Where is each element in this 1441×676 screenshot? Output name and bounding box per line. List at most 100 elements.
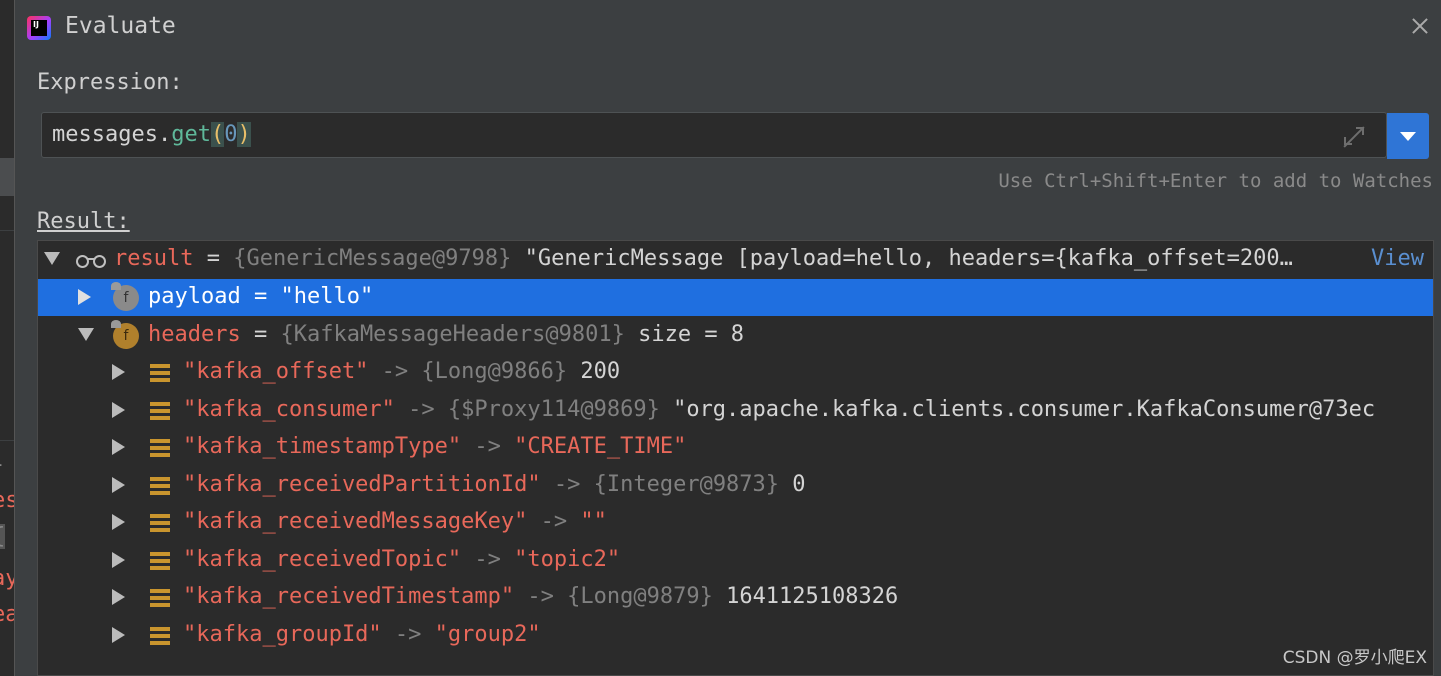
- history-dropdown-button[interactable]: [1387, 113, 1429, 159]
- backdrop-text: -: [0, 452, 5, 477]
- collapse-arrow-icon[interactable]: [78, 328, 94, 341]
- intellij-idea-icon: IJ: [27, 16, 51, 40]
- entry-text: "kafka_timestampType" -> "CREATE_TIME": [183, 434, 686, 459]
- watch-glasses-icon: [76, 255, 108, 269]
- entry-value: 1641125108326: [712, 584, 899, 609]
- backdrop-divider: [0, 230, 14, 231]
- entry-value: "": [580, 509, 607, 534]
- headers-eq: =: [240, 322, 281, 347]
- close-icon[interactable]: [1408, 14, 1432, 38]
- tree-row-headers[interactable]: f headers = {KafkaMessageHeaders@9801} s…: [38, 317, 1433, 354]
- result-eq: =: [193, 246, 234, 271]
- entry-key: "kafka_receivedTopic": [183, 546, 462, 572]
- backdrop-text: es: [0, 488, 14, 513]
- payload-name: payload: [148, 284, 241, 309]
- headers-text: headers = {KafkaMessageHeaders@9801} siz…: [148, 322, 744, 347]
- field-icon: f: [111, 320, 139, 349]
- tree-row-entry[interactable]: "kafka_consumer" -> {$Proxy114@9869} "or…: [38, 392, 1433, 429]
- expand-arrow-icon[interactable]: [78, 289, 91, 305]
- entry-text: "kafka_receivedTopic" -> "topic2": [183, 547, 620, 572]
- entry-type: {Integer@9873}: [593, 471, 780, 497]
- entry-value: 0: [779, 471, 806, 497]
- result-tree[interactable]: result = {GenericMessage@9798} "GenericM…: [37, 240, 1434, 676]
- result-name: result: [114, 246, 194, 271]
- expression-text[interactable]: messages.get(0): [52, 122, 251, 147]
- entry-value: "org.apache.kafka.clients.consumer.Kafka…: [659, 396, 1376, 422]
- entry-arrow: ->: [461, 434, 515, 459]
- expression-method: get: [171, 122, 211, 147]
- backdrop-selection: [0, 158, 14, 196]
- entry-key: "kafka_offset": [183, 359, 369, 384]
- entry-type: {Long@9866}: [421, 359, 568, 384]
- view-link[interactable]: View: [1371, 246, 1424, 271]
- collapse-arrow-icon[interactable]: [44, 252, 60, 265]
- entry-value: "topic2": [514, 546, 621, 572]
- expression-dot: .: [157, 122, 172, 147]
- expand-arrow-icon[interactable]: [112, 589, 125, 605]
- result-text: result = {GenericMessage@9798} "GenericM…: [114, 246, 1293, 271]
- tree-row-result[interactable]: result = {GenericMessage@9798} "GenericM…: [38, 241, 1433, 278]
- entry-key: "kafka_groupId": [183, 621, 382, 647]
- expand-arrow-icon[interactable]: [112, 626, 125, 643]
- headers-type: {KafkaMessageHeaders@9801}: [280, 322, 625, 347]
- map-entry-icon: [150, 589, 170, 607]
- entry-arrow: ->: [381, 621, 435, 647]
- expand-arrow-icon[interactable]: [112, 551, 125, 568]
- headers-name: headers: [148, 322, 241, 347]
- entry-value: "CREATE_TIME": [514, 434, 687, 459]
- expression-label: Expression:: [37, 70, 183, 95]
- entry-key: "kafka_receivedPartitionId": [183, 471, 541, 497]
- dialog-titlebar[interactable]: IJ Evaluate: [15, 0, 1441, 56]
- entry-key: "kafka_timestampType": [183, 434, 462, 459]
- payload-text: payload = "hello": [148, 284, 373, 309]
- backdrop-divider: [0, 440, 14, 441]
- expand-arrow-icon[interactable]: [112, 439, 125, 455]
- tree-row-entry[interactable]: "kafka_receivedTimestamp" -> {Long@9879}…: [38, 579, 1433, 616]
- payload-eq: =: [240, 284, 281, 309]
- tree-row-payload[interactable]: f payload = "hello": [38, 279, 1433, 316]
- entry-arrow: ->: [368, 359, 422, 384]
- map-entry-icon: [150, 439, 170, 457]
- ide-backdrop: - es { ay ea: [0, 0, 14, 676]
- entry-text: "kafka_offset" -> {Long@9866} 200: [183, 359, 620, 384]
- tree-row-entry[interactable]: "kafka_receivedMessageKey" -> "": [38, 504, 1433, 541]
- evaluate-dialog: IJ Evaluate Expression: messages.get(0) …: [14, 0, 1441, 676]
- map-entry-icon: [150, 551, 170, 570]
- entry-key: "kafka_consumer": [183, 396, 395, 422]
- map-entry-icon: [150, 401, 170, 420]
- entry-text: "kafka_receivedPartitionId" -> {Integer@…: [183, 472, 806, 497]
- entry-value: 200: [567, 359, 621, 384]
- result-label: Result:: [37, 209, 130, 234]
- expression-paren-open: (: [210, 122, 225, 147]
- expand-arrow-icon[interactable]: [112, 364, 125, 380]
- map-entry-icon: [150, 476, 170, 495]
- backdrop-text: ay: [0, 566, 14, 591]
- result-type: {GenericMessage@9798}: [233, 246, 512, 271]
- backdrop-text: ea: [0, 602, 14, 627]
- tree-row-entry[interactable]: "kafka_receivedPartitionId" -> {Integer@…: [38, 467, 1433, 504]
- tree-row-entry[interactable]: "kafka_receivedTopic" -> "topic2": [38, 542, 1433, 579]
- entry-type: {Long@9879}: [567, 584, 713, 609]
- expand-arrow-icon[interactable]: [112, 476, 125, 493]
- expand-arrow-icon[interactable]: [112, 401, 125, 418]
- map-entry-icon: [150, 514, 170, 532]
- entry-arrow: ->: [394, 396, 448, 422]
- tree-row-entry[interactable]: "kafka_offset" -> {Long@9866} 200: [38, 354, 1433, 391]
- expand-icon[interactable]: [1342, 125, 1366, 149]
- map-entry-icon: [150, 626, 170, 645]
- expand-arrow-icon[interactable]: [112, 514, 125, 530]
- entry-value: "group2": [434, 621, 541, 647]
- expression-input[interactable]: messages.get(0): [41, 112, 1387, 158]
- result-value: "GenericMessage [payload=hello, headers=…: [511, 246, 1293, 271]
- headers-size: size = 8: [624, 322, 745, 347]
- entry-text: "kafka_receivedMessageKey" -> "": [183, 509, 607, 534]
- map-entry-icon: [150, 364, 170, 382]
- tree-row-entry[interactable]: "kafka_groupId" -> "group2": [38, 617, 1433, 654]
- entry-type: {$Proxy114@9869}: [447, 396, 660, 422]
- entry-arrow: ->: [514, 584, 568, 609]
- payload-value: "hello": [280, 284, 374, 309]
- entry-text: "kafka_consumer" -> {$Proxy114@9869} "or…: [183, 397, 1375, 422]
- tree-row-entry[interactable]: "kafka_timestampType" -> "CREATE_TIME": [38, 429, 1433, 466]
- watches-hint: Use Ctrl+Shift+Enter to add to Watches: [998, 170, 1433, 192]
- dropdown-arrow-icon: [1400, 132, 1416, 141]
